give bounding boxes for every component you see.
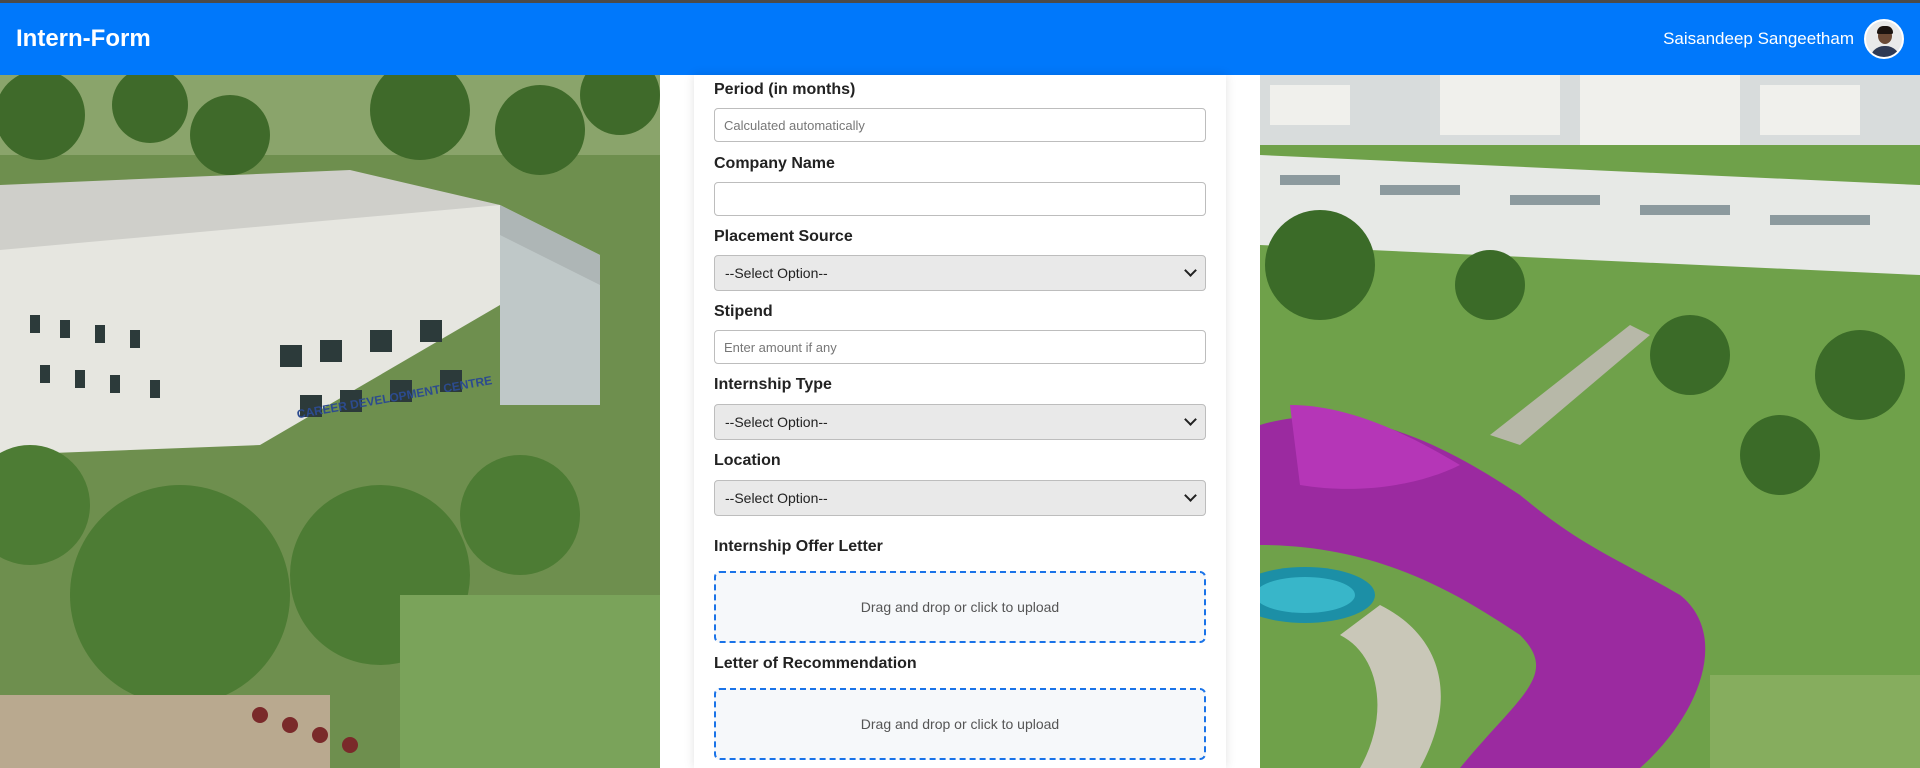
intern-form-card: Period (in months) Company Name Placemen… [694,75,1226,768]
company-name-input[interactable] [714,182,1206,216]
location-select[interactable]: --Select Option-- [714,480,1206,516]
internship-type-select[interactable]: --Select Option-- [714,404,1206,440]
user-name: Saisandeep Sangeetham [1663,29,1854,48]
period-input[interactable] [714,108,1206,142]
campus-photo-right [1260,75,1920,768]
company-name-label: Company Name [714,155,835,172]
period-label: Period (in months) [714,81,856,98]
avatar[interactable] [1864,19,1904,59]
chevron-down-icon [1184,413,1197,426]
form-panel: Period (in months) Company Name Placemen… [660,75,1260,768]
internship-type-label: Internship Type [714,376,832,393]
chevron-down-icon [1184,489,1197,502]
recommendation-upload-text: Drag and drop or click to upload [860,716,1060,732]
stipend-label: Stipend [714,303,773,320]
offer-letter-label: Internship Offer Letter [714,538,883,555]
user-menu[interactable]: Saisandeep Sangeetham [1663,19,1904,59]
top-navbar: Intern-Form Saisandeep Sangeetham [0,0,1920,75]
location-label: Location [714,452,781,469]
placement-source-value: --Select Option-- [725,265,828,281]
offer-letter-upload-text: Drag and drop or click to upload [860,599,1060,615]
chevron-down-icon [1184,264,1197,277]
location-value: --Select Option-- [725,490,828,506]
internship-type-value: --Select Option-- [725,414,828,430]
stipend-input[interactable] [714,330,1206,364]
recommendation-letter-dropzone[interactable]: Drag and drop or click to upload [714,688,1206,760]
brand-title[interactable]: Intern-Form [16,25,151,53]
recommendation-letter-label: Letter of Recommendation [714,655,917,672]
offer-letter-dropzone[interactable]: Drag and drop or click to upload [714,571,1206,643]
placement-source-label: Placement Source [714,228,853,245]
placement-source-select[interactable]: --Select Option-- [714,255,1206,291]
campus-photo-left: CAREER DEVELOPMENT CENTRE [0,75,660,768]
